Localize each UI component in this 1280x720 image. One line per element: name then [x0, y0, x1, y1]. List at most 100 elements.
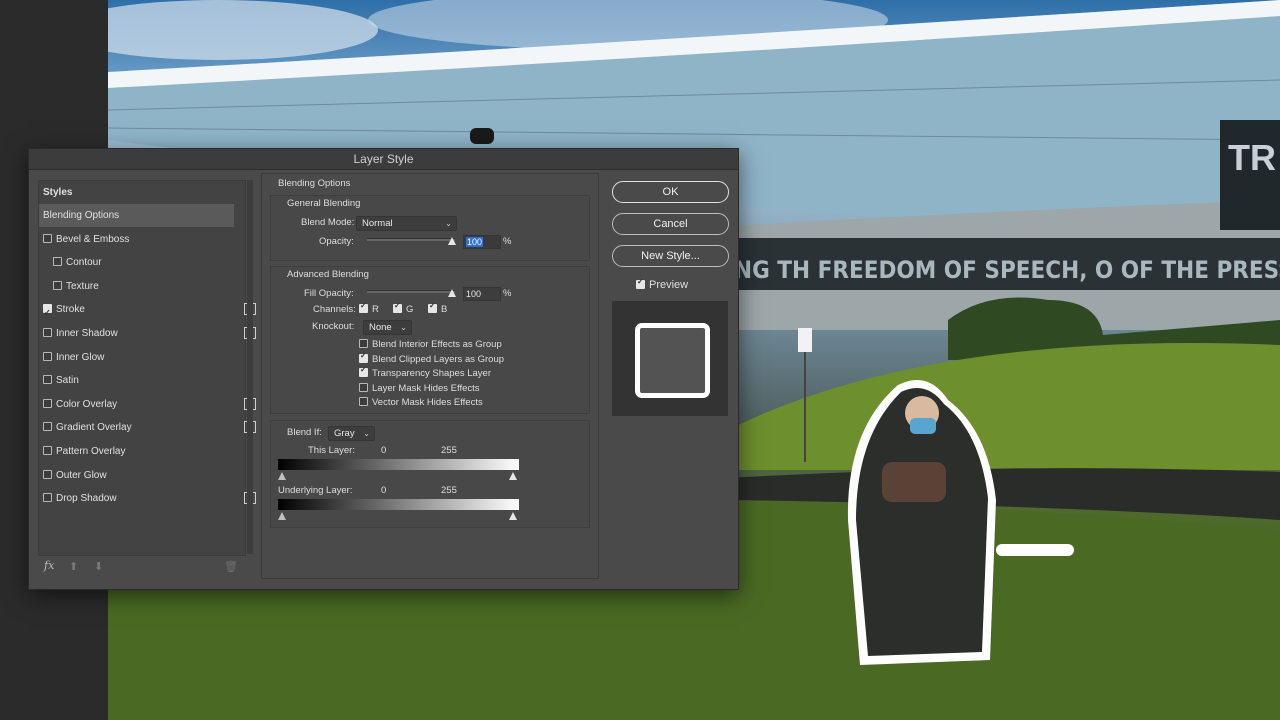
- underlying-layer-min: 0: [381, 485, 387, 496]
- chevron-down-icon: ⌄: [363, 429, 370, 438]
- style-item-contour[interactable]: Contour: [39, 251, 244, 274]
- style-item-label: Satin: [56, 375, 79, 387]
- style-checkbox[interactable]: [43, 493, 52, 503]
- this-layer-min: 0: [381, 445, 387, 456]
- preview-swatch: [635, 323, 710, 398]
- style-item-label: Contour: [66, 257, 102, 269]
- chevron-down-icon: ⌄: [400, 323, 407, 332]
- blend-if-label: Blend If:: [287, 427, 322, 438]
- move-down-icon[interactable]: ⬇: [94, 560, 103, 573]
- style-item-label: Gradient Overlay: [56, 422, 132, 434]
- style-item-label: Drop Shadow: [56, 493, 117, 505]
- new-style-button[interactable]: New Style...: [612, 245, 729, 267]
- option-transparency-shapes-layer[interactable]: Transparency Shapes Layer: [359, 365, 491, 379]
- dialog-title: Layer Style: [29, 149, 738, 170]
- channel-r-checkbox[interactable]: R: [359, 301, 379, 315]
- knockout-label: Knockout:: [312, 321, 355, 332]
- cancel-button[interactable]: Cancel: [612, 213, 729, 235]
- style-item-label: Outer Glow: [56, 469, 107, 481]
- underlying-layer-gradient[interactable]: [278, 499, 519, 510]
- blend-if-group: Blend If: Gray ⌄ This Layer: 0 255 Underl…: [270, 420, 590, 528]
- style-checkbox[interactable]: [53, 280, 62, 290]
- this-layer-black-thumb[interactable]: [278, 472, 286, 480]
- style-checkbox[interactable]: [43, 398, 52, 408]
- opacity-slider-thumb[interactable]: [448, 237, 456, 245]
- general-blending-group: General Blending Blend Mode: Normal ⌄ Opa…: [270, 195, 590, 261]
- layer-style-dialog: Layer Style Styles Blending Options Bevel…: [28, 148, 739, 590]
- style-item-inner-glow[interactable]: Inner Glow: [39, 346, 234, 369]
- style-item-outer-glow[interactable]: Outer Glow: [39, 464, 234, 487]
- banner-inscription: NG TH FREEDOM OF SPEECH, O OF THE PRESS;…: [734, 256, 1280, 284]
- style-item-label: Blending Options: [43, 210, 120, 221]
- blending-options-panel: Blending Options General Blending Blend …: [261, 173, 599, 579]
- style-item-color-overlay[interactable]: Color Overlay+: [39, 393, 256, 416]
- style-item-label: Inner Glow: [56, 351, 105, 363]
- option-blend-interior-effects-as-group[interactable]: Blend Interior Effects as Group: [359, 339, 502, 350]
- section-title: Blending Options: [278, 178, 351, 189]
- style-checkbox[interactable]: [43, 301, 52, 324]
- underlying-black-thumb[interactable]: [278, 512, 286, 520]
- fill-opacity-slider-thumb[interactable]: [448, 289, 456, 297]
- underlying-layer-label: Underlying Layer:: [278, 485, 353, 496]
- this-layer-max: 255: [441, 445, 457, 456]
- trash-icon[interactable]: 🗑: [224, 560, 238, 573]
- option-blend-clipped-layers-as-group[interactable]: Blend Clipped Layers as Group: [359, 351, 504, 365]
- style-checkbox[interactable]: [53, 257, 62, 267]
- channel-g-checkbox[interactable]: G: [393, 301, 413, 315]
- style-item-label: Color Overlay: [56, 398, 118, 410]
- style-item-texture[interactable]: Texture: [39, 275, 244, 298]
- chevron-down-icon: ⌄: [445, 219, 452, 228]
- preview-box: [612, 301, 728, 416]
- style-item-bevel-emboss[interactable]: Bevel & Emboss: [39, 228, 234, 251]
- fill-opacity-percent: %: [503, 288, 512, 299]
- style-item-stroke[interactable]: Stroke+: [39, 298, 256, 324]
- style-checkbox[interactable]: [43, 351, 52, 361]
- opacity-slider-track[interactable]: [367, 238, 455, 241]
- style-item-label: Inner Shadow: [56, 328, 118, 339]
- style-item-pattern-overlay[interactable]: Pattern Overlay: [39, 440, 234, 463]
- style-item-label: Texture: [66, 280, 99, 292]
- style-item-gradient-overlay[interactable]: Gradient Overlay+: [39, 416, 256, 439]
- opacity-percent: %: [503, 236, 512, 247]
- option-layer-mask-hides-effects[interactable]: Layer Mask Hides Effects: [359, 382, 480, 394]
- opacity-label: Opacity:: [319, 236, 354, 247]
- style-checkbox[interactable]: [43, 469, 52, 479]
- styles-header[interactable]: Styles: [39, 181, 234, 204]
- fill-opacity-label: Fill Opacity:: [304, 288, 354, 299]
- this-layer-gradient[interactable]: [278, 459, 519, 470]
- style-item-blending-options[interactable]: Blending Options: [39, 204, 234, 227]
- style-item-label: Pattern Overlay: [56, 446, 126, 457]
- styles-scrollbar[interactable]: [247, 180, 253, 554]
- fill-opacity-input[interactable]: 100: [463, 287, 501, 301]
- general-blending-title: General Blending: [287, 198, 361, 209]
- this-layer-label: This Layer:: [308, 445, 355, 456]
- styles-list: Styles Blending Options Bevel & Emboss Con…: [38, 180, 256, 556]
- style-checkbox[interactable]: [43, 233, 52, 243]
- channel-b-checkbox[interactable]: B: [428, 301, 447, 315]
- style-checkbox[interactable]: [43, 375, 52, 385]
- style-item-drop-shadow[interactable]: Drop Shadow+: [39, 487, 256, 510]
- style-item-satin[interactable]: Satin: [39, 369, 234, 392]
- style-item-inner-shadow[interactable]: Inner Shadow+: [39, 322, 256, 345]
- style-item-label: Stroke: [56, 304, 85, 316]
- building-sign: TR: [1228, 137, 1276, 178]
- this-layer-white-thumb[interactable]: [509, 472, 517, 480]
- option-vector-mask-hides-effects[interactable]: Vector Mask Hides Effects: [359, 397, 483, 408]
- style-item-label: Bevel & Emboss: [56, 233, 130, 245]
- knockout-select[interactable]: None ⌄: [363, 320, 412, 335]
- fill-opacity-slider-track[interactable]: [367, 290, 455, 293]
- blend-if-select[interactable]: Gray ⌄: [328, 426, 375, 441]
- advanced-blending-title: Advanced Blending: [287, 269, 369, 280]
- style-checkbox[interactable]: [43, 446, 52, 455]
- style-checkbox[interactable]: [43, 328, 52, 337]
- blend-mode-label: Blend Mode:: [301, 217, 355, 228]
- move-up-icon[interactable]: ⬆: [69, 560, 78, 573]
- preview-checkbox[interactable]: Preview: [636, 277, 688, 291]
- blend-mode-select[interactable]: Normal ⌄: [356, 216, 457, 231]
- underlying-layer-max: 255: [441, 485, 457, 496]
- underlying-white-thumb[interactable]: [509, 512, 517, 520]
- fx-button[interactable]: fx: [44, 559, 54, 572]
- style-checkbox[interactable]: [43, 422, 52, 432]
- ok-button[interactable]: OK: [612, 181, 729, 203]
- opacity-input[interactable]: 100: [463, 235, 501, 249]
